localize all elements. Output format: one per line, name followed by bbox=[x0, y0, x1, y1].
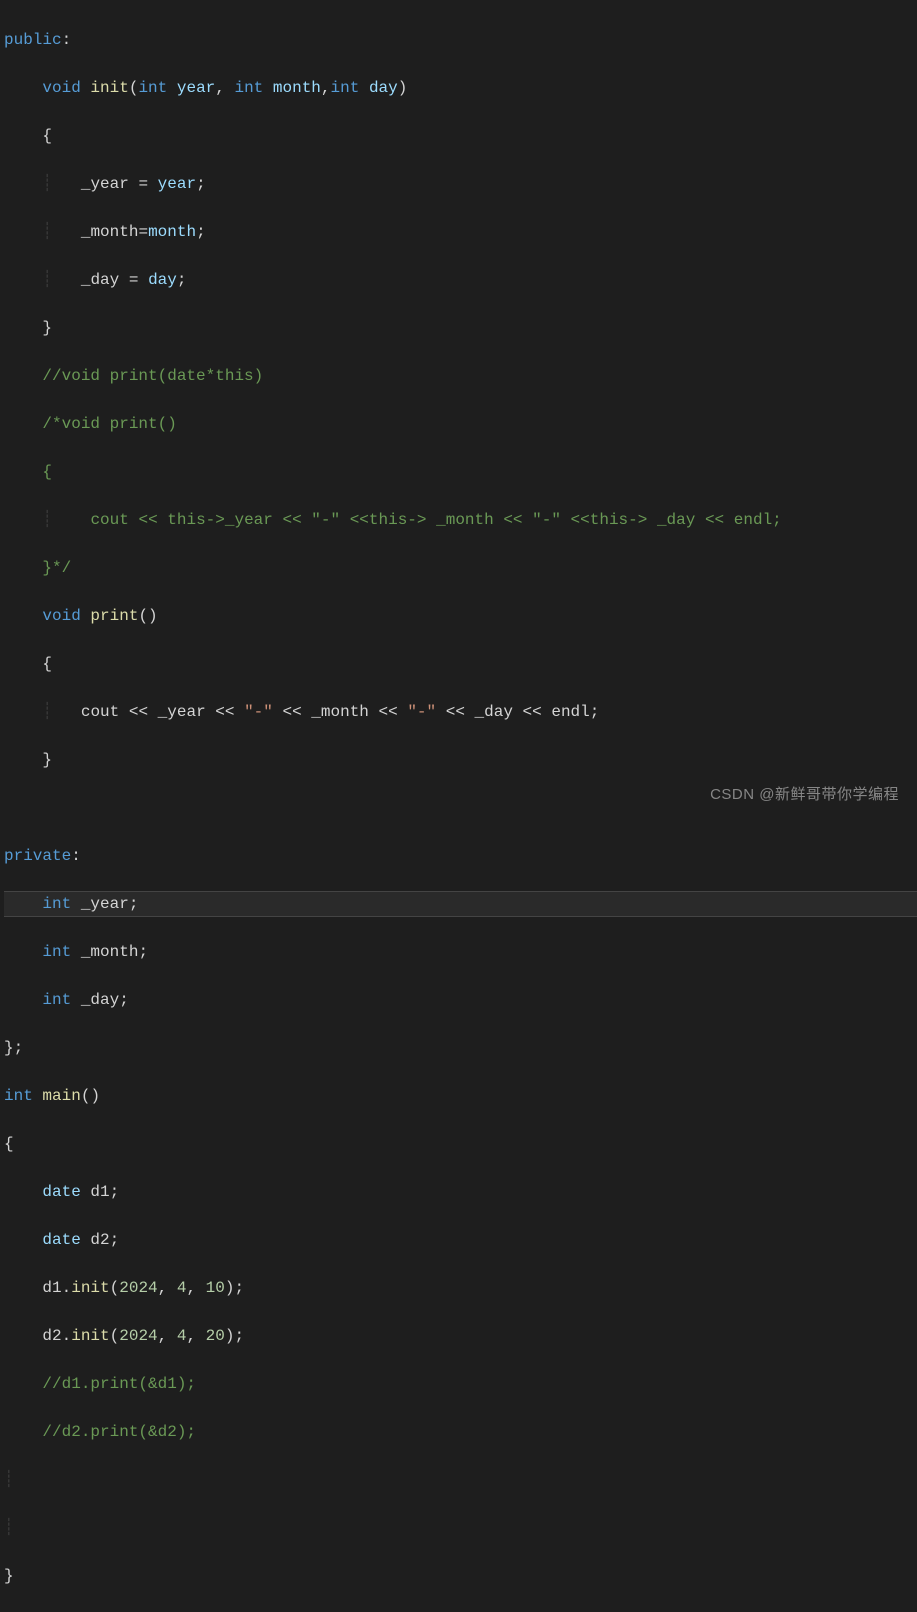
code-line: /*void print() bbox=[4, 412, 917, 436]
comment-block: /*void print() bbox=[42, 415, 176, 433]
code-line: { bbox=[4, 124, 917, 148]
code-line: void print() bbox=[4, 604, 917, 628]
function-main: main bbox=[42, 1087, 80, 1105]
code-line: //void print(date*this) bbox=[4, 364, 917, 388]
code-line: ┊ cout << this->_year << "-" <<this-> _m… bbox=[4, 508, 917, 532]
code-line-active: int _year; bbox=[4, 891, 917, 917]
code-line: } bbox=[4, 1564, 917, 1588]
code-line: { bbox=[4, 652, 917, 676]
code-line: }; bbox=[4, 1036, 917, 1060]
function-init: init bbox=[90, 79, 128, 97]
code-line: int _day; bbox=[4, 988, 917, 1012]
code-line: void init(int year, int month,int day) bbox=[4, 76, 917, 100]
code-line: int _month; bbox=[4, 940, 917, 964]
code-line: date d1; bbox=[4, 1180, 917, 1204]
code-line: private: bbox=[4, 844, 917, 868]
code-line: { bbox=[4, 1132, 917, 1156]
code-line: } bbox=[4, 748, 917, 772]
code-line: }*/ bbox=[4, 556, 917, 580]
keyword-private: private bbox=[4, 847, 71, 865]
code-line: int main() bbox=[4, 1084, 917, 1108]
code-line bbox=[4, 796, 917, 820]
code-line: ┊ _month=month; bbox=[4, 220, 917, 244]
code-line: ┊ bbox=[4, 1516, 917, 1540]
keyword-public: public bbox=[4, 31, 62, 49]
code-line: ┊ _day = day; bbox=[4, 268, 917, 292]
code-line: date d2; bbox=[4, 1228, 917, 1252]
code-line: //d1.print(&d1); bbox=[4, 1372, 917, 1396]
code-line: ┊ cout << _year << "-" << _month << "-" … bbox=[4, 700, 917, 724]
code-editor[interactable]: public: void init(int year, int month,in… bbox=[0, 0, 917, 1612]
code-line: ┊ _year = year; bbox=[4, 172, 917, 196]
code-line: { bbox=[4, 460, 917, 484]
code-line: d2.init(2024, 4, 20); bbox=[4, 1324, 917, 1348]
code-line: //d2.print(&d2); bbox=[4, 1420, 917, 1444]
code-line: public: bbox=[4, 28, 917, 52]
comment-line: //void print(date*this) bbox=[42, 367, 263, 385]
code-line: d1.init(2024, 4, 10); bbox=[4, 1276, 917, 1300]
function-print: print bbox=[90, 607, 138, 625]
code-line: } bbox=[4, 316, 917, 340]
code-line: ┊ bbox=[4, 1468, 917, 1492]
